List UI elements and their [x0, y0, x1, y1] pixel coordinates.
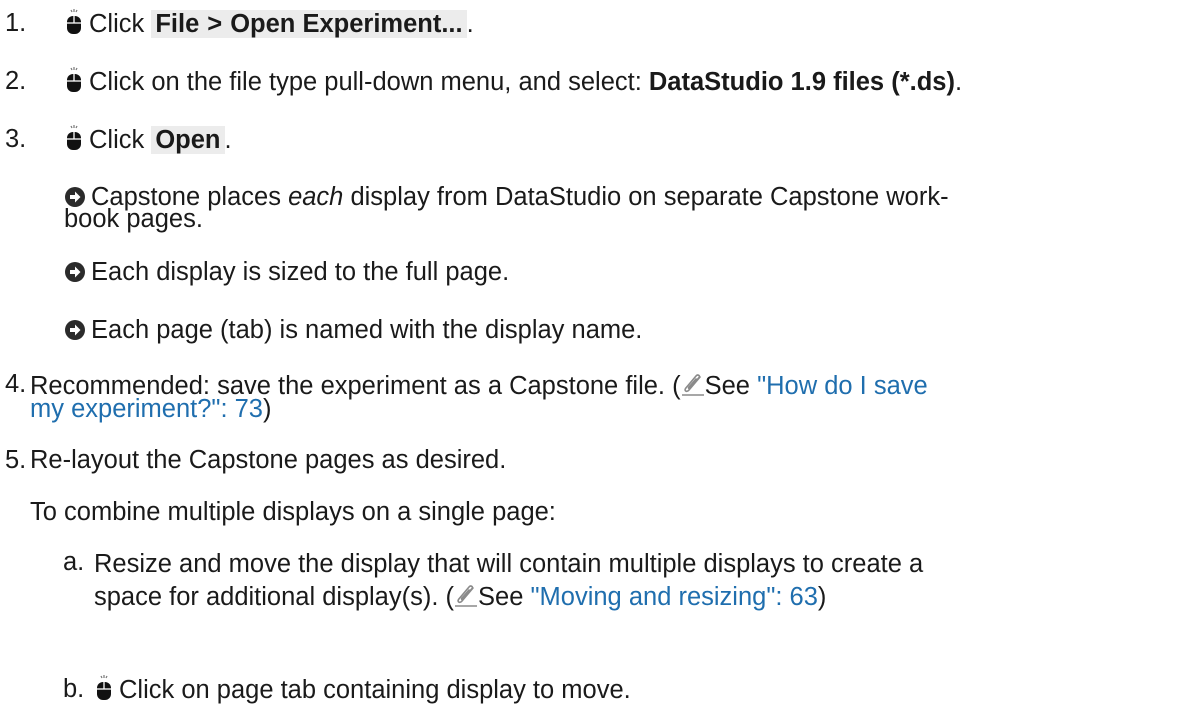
step-number: 4. — [5, 370, 27, 398]
paperclip-icon — [681, 374, 704, 396]
step-5-subtext: To combine multiple displays on a single… — [0, 496, 1182, 528]
step-5a: a. Resize and move the display that will… — [0, 546, 1182, 611]
menu-open-experiment-label: Open Experiment... — [226, 10, 467, 38]
period: . — [224, 126, 232, 154]
arrow-circle-icon — [65, 262, 85, 282]
file-type-label: DataStudio 1.9 files (*.ds) — [648, 68, 955, 96]
result-text-part: display from DataStudio on separate Caps… — [350, 183, 949, 211]
paperclip-icon — [455, 585, 478, 607]
result-text: Each display is sized to the full page. — [64, 258, 509, 286]
see-label: See — [478, 583, 524, 611]
how-do-i-save-link-continuation[interactable]: my experiment?": 73 — [30, 395, 263, 423]
result-text-continuation: book pages. — [64, 205, 203, 233]
step-number: 3. — [5, 125, 27, 153]
period: . — [954, 68, 963, 96]
see-label: See — [704, 372, 750, 400]
moving-and-resizing-link[interactable]: "Moving and resizing": 63 — [530, 583, 817, 611]
substep-text-part: Click on page tab containing display to … — [119, 676, 631, 704]
menu-separator: > — [203, 10, 227, 38]
step-5b: b. Click on page tab containing display … — [0, 672, 1182, 706]
result-text-part: Each page (tab) is named with the displa… — [91, 316, 643, 344]
step-5: 5. Re-layout the Capstone pages as desir… — [0, 444, 1182, 476]
how-do-i-save-link[interactable]: "How do I save — [757, 372, 928, 400]
result-text: Each page (tab) is named with the displa… — [64, 316, 642, 344]
result-text: Capstone places each display from DataSt… — [64, 183, 949, 233]
menu-file-label: File — [151, 10, 204, 38]
step-text: Click Open. — [64, 125, 232, 154]
step-3: 3. Click Open. — [0, 122, 1182, 156]
result-2: Each display is sized to the full page. — [0, 256, 1182, 288]
mouse-icon — [67, 9, 81, 34]
document-page: 1. Click File > Open Experiment.... 2. Cli… — [0, 0, 1182, 717]
mouse-icon — [97, 675, 111, 700]
mouse-icon — [67, 67, 81, 92]
emphasis-text: each — [288, 183, 344, 211]
period: . — [466, 10, 474, 38]
close-paren: ) — [817, 583, 827, 611]
step-text: Re-layout the Capstone pages as desired. — [30, 446, 507, 474]
step-number: 1. — [5, 9, 27, 37]
step-text: Click on the file type pull-down menu, a… — [64, 67, 962, 96]
step-number: 5. — [5, 446, 27, 474]
substep-label: a. — [63, 548, 85, 576]
mouse-icon — [67, 125, 81, 150]
step-text: Click File > Open Experiment.... — [64, 9, 474, 38]
substep-text: Resize and move the display that will co… — [94, 548, 923, 614]
substep-text-line: space for additional display(s). ( — [94, 583, 455, 611]
step-text: Recommended: save the experiment as a Ca… — [30, 372, 928, 423]
result-text-part: Each display is sized to the full page. — [91, 258, 510, 286]
step-2: 2. Click on the file type pull-down menu… — [0, 64, 1182, 98]
instruction-text: Click on the file type pull-down menu, a… — [89, 68, 642, 96]
substep-text: Click on page tab containing display to … — [94, 675, 631, 704]
open-button-label: Open — [151, 126, 225, 154]
step-1: 1. Click File > Open Experiment.... — [0, 6, 1182, 40]
substep-text-line: Resize and move the display that will co… — [94, 550, 924, 578]
step-number: 2. — [5, 67, 27, 95]
click-label: Click — [89, 126, 145, 154]
result-1: Capstone places each display from DataSt… — [0, 184, 1182, 238]
result-3: Each page (tab) is named with the displa… — [0, 314, 1182, 346]
step-4: 4. Recommended: save the experiment as a… — [0, 370, 1182, 424]
substep-label: b. — [63, 675, 85, 703]
arrow-circle-icon — [65, 320, 85, 340]
sub-instruction-text: To combine multiple displays on a single… — [30, 498, 556, 526]
click-label: Click — [89, 10, 145, 38]
close-paren: ) — [263, 395, 272, 423]
